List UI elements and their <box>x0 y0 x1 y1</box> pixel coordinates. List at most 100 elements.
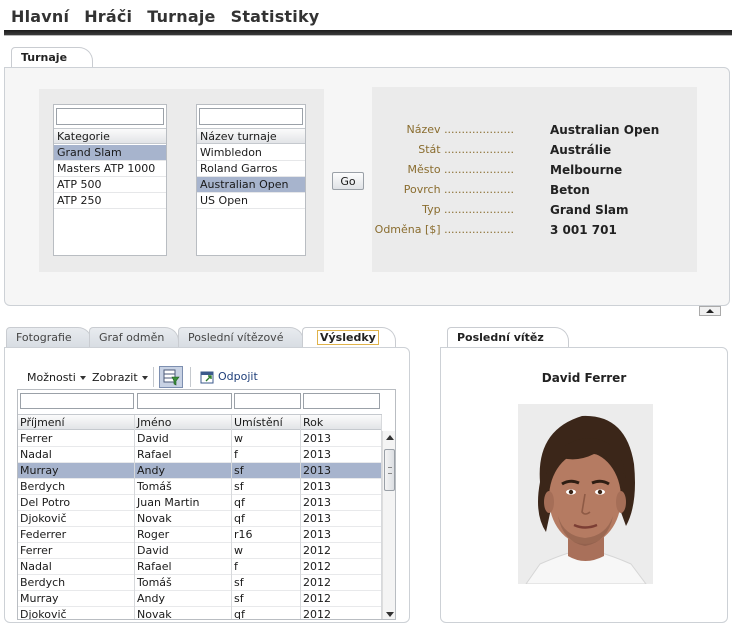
detail-row: Typ .................... Grand Slam <box>372 203 697 219</box>
options-menu-label: Možnosti <box>27 371 76 384</box>
tab-turnaje[interactable]: Turnaje <box>11 47 93 67</box>
results-table-body: Ferrer David w 2013 Nadal Rafael f 2013 Murray An… <box>18 431 382 619</box>
column-header[interactable]: Rok <box>301 415 382 431</box>
table-cell: sf <box>232 479 301 495</box>
tournament-list[interactable]: Název turnaje Wimbledon Roland Garros Aust… <box>196 104 306 256</box>
table-row[interactable]: Ferrer David w 2013 <box>18 431 382 447</box>
toolbar-separator <box>190 367 191 387</box>
chevron-down-icon <box>141 376 148 380</box>
tab-posledni-vitez[interactable]: Poslední vítěz <box>447 327 569 347</box>
winner-name: David Ferrer <box>541 371 627 385</box>
nav-item-statistiky[interactable]: Statistiky <box>231 7 320 26</box>
category-list-header: Kategorie <box>54 128 166 144</box>
table-row[interactable]: Murray Andy sf 2012 <box>18 591 382 607</box>
table-cell: Del Potro <box>18 495 135 511</box>
tab-vysledky-label: Výsledky <box>317 330 379 345</box>
toolbar-separator <box>153 367 154 387</box>
results-filter-row <box>18 390 395 413</box>
go-button[interactable]: Go <box>332 172 364 190</box>
table-row[interactable]: Nadal Rafael f 2013 <box>18 447 382 463</box>
table-cell: Tomáš <box>135 575 232 591</box>
detail-label: Město .................... <box>407 163 514 176</box>
nav-item-hlavni[interactable]: Hlavní <box>11 7 69 26</box>
table-cell: 2013 <box>301 527 382 543</box>
table-row[interactable]: Del Potro Juan Martin qf 2013 <box>18 495 382 511</box>
detach-icon <box>200 371 214 384</box>
table-row[interactable]: Murray Andy sf 2013 <box>18 463 382 479</box>
column-header[interactable]: Jméno <box>135 415 232 431</box>
tab-graf-odmen[interactable]: Graf odměn <box>89 327 179 347</box>
table-cell: Ferrer <box>18 543 135 559</box>
table-cell: 2013 <box>301 463 382 479</box>
scroll-up-icon[interactable] <box>386 435 394 440</box>
detail-row: Město .................... Melbourne <box>372 163 697 179</box>
detail-label: Povrch .................... <box>403 183 514 196</box>
view-menu-label: Zobrazit <box>92 371 138 384</box>
table-cell: qf <box>232 495 301 511</box>
table-cell: r16 <box>232 527 301 543</box>
table-cell: w <box>232 431 301 447</box>
table-cell: Berdych <box>18 479 135 495</box>
nav-divider-shadow <box>4 35 732 36</box>
table-row[interactable]: Ferrer David w 2012 <box>18 543 382 559</box>
category-list-item[interactable]: Grand Slam <box>54 145 166 161</box>
table-cell: 2012 <box>301 591 382 607</box>
table-cell: Rafael <box>135 559 232 575</box>
table-row[interactable]: Djokovič Novak qf 2012 <box>18 607 382 619</box>
view-menu[interactable]: Zobrazit <box>92 371 148 384</box>
chevron-down-icon <box>79 376 86 380</box>
tab-posledni-vitezove[interactable]: Poslední vítězové <box>178 327 304 347</box>
detail-row: Název .................... Australian Ope… <box>372 123 697 139</box>
collapse-panel-button[interactable] <box>699 306 721 316</box>
detach-label: Odpojit <box>218 370 258 383</box>
table-row[interactable]: Federrer Roger r16 2013 <box>18 527 382 543</box>
table-row[interactable]: Berdych Tomáš sf 2012 <box>18 575 382 591</box>
table-cell: Nadal <box>18 559 135 575</box>
tournament-detail: Název .................... Australian Ope… <box>372 87 697 272</box>
category-filter-input[interactable] <box>56 108 164 125</box>
filter-input-jmeno[interactable] <box>137 393 232 409</box>
scroll-thumb[interactable] <box>384 449 395 491</box>
filter-input-prijmeni[interactable] <box>20 393 134 409</box>
table-row[interactable]: Nadal Rafael f 2012 <box>18 559 382 575</box>
filter-input-umisteni[interactable] <box>234 393 301 409</box>
table-cell: qf <box>232 607 301 619</box>
filter-input-rok[interactable] <box>303 393 380 409</box>
table-cell: 2012 <box>301 607 382 619</box>
tournament-list-rows: Wimbledon Roland Garros Australian Open US … <box>197 145 305 209</box>
detail-value: Grand Slam <box>550 203 629 217</box>
table-cell: 2013 <box>301 447 382 463</box>
table-cell: Andy <box>135 463 232 479</box>
table-cell: sf <box>232 575 301 591</box>
options-menu[interactable]: Možnosti <box>27 371 86 384</box>
category-list-item[interactable]: ATP 500 <box>54 177 166 193</box>
column-header[interactable]: Příjmení <box>18 415 135 431</box>
nav-item-turnaje[interactable]: Turnaje <box>147 7 215 26</box>
filter-grid-icon <box>163 369 180 386</box>
table-cell: Djokovič <box>18 511 135 527</box>
filter-grid-button[interactable] <box>159 366 183 388</box>
tournament-list-item[interactable]: Australian Open <box>197 177 305 193</box>
tab-vysledky[interactable]: Výsledky <box>302 327 396 347</box>
scroll-down-icon[interactable] <box>386 612 394 617</box>
tournament-list-item[interactable]: Wimbledon <box>197 145 305 161</box>
category-list-item[interactable]: Masters ATP 1000 <box>54 161 166 177</box>
table-cell: Tomáš <box>135 479 232 495</box>
table-cell: 2012 <box>301 543 382 559</box>
player-portrait-image <box>518 404 653 584</box>
table-row[interactable]: Djokovič Novak qf 2013 <box>18 511 382 527</box>
detail-value: Australian Open <box>550 123 660 137</box>
tab-fotografie-label: Fotografie <box>16 331 72 344</box>
tournament-list-item[interactable]: Roland Garros <box>197 161 305 177</box>
results-scrollbar[interactable] <box>382 431 395 619</box>
nav-item-hraci[interactable]: Hráči <box>84 7 132 26</box>
tournament-list-item[interactable]: US Open <box>197 193 305 209</box>
category-list[interactable]: Kategorie Grand Slam Masters ATP 1000 ATP … <box>53 104 167 256</box>
column-header[interactable]: Umístění <box>232 415 301 431</box>
table-cell: Rafael <box>135 447 232 463</box>
table-row[interactable]: Berdych Tomáš sf 2013 <box>18 479 382 495</box>
category-list-item[interactable]: ATP 250 <box>54 193 166 209</box>
tab-fotografie[interactable]: Fotografie <box>6 327 92 347</box>
detach-button[interactable]: Odpojit <box>200 370 258 384</box>
tournament-filter-input[interactable] <box>199 108 303 125</box>
